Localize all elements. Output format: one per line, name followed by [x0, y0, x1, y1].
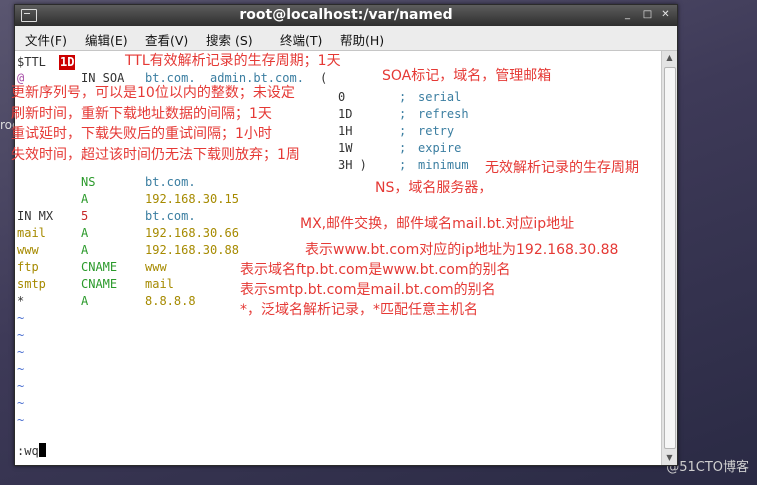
record-wildcard-type: A — [81, 294, 89, 308]
menu-view[interactable]: 查看(V) — [145, 30, 188, 49]
record-mx-name: IN MX — [17, 209, 54, 223]
annotation-serial: 更新序列号，可以是10位以内的整数；未设定 — [11, 85, 295, 101]
soa-expire-value: 1W — [338, 141, 353, 155]
soa-at: @ — [17, 71, 25, 85]
annotation-ttl: TTL有效解析记录的生存周期；1天 — [125, 53, 341, 69]
record-a-type: A — [81, 192, 89, 206]
record-smtp-data: mail — [145, 277, 174, 291]
annotation-mx: MX,邮件交换，邮件域名mail.bt.对应ip地址 — [300, 216, 575, 232]
scroll-down-arrow-icon[interactable]: ▼ — [662, 451, 677, 465]
soa-refresh-name: refresh — [418, 107, 469, 121]
soa-serial-semicolon: ; — [399, 90, 407, 104]
record-ns-data: bt.com. — [145, 175, 196, 189]
annotation-minimum: 无效解析记录的生存周期 — [485, 160, 639, 176]
annotation-refresh: 刷新时间，重新下载地址数据的间隔；1天 — [11, 106, 272, 122]
maximize-button[interactable]: □ — [642, 9, 653, 20]
record-mail-name: mail — [17, 226, 46, 240]
soa-refresh-semicolon: ; — [399, 107, 407, 121]
annotation-ns: NS，域名服务器， — [375, 180, 493, 196]
empty-line-tilde: ~ — [17, 311, 25, 325]
soa-expire-semicolon: ; — [399, 141, 407, 155]
soa-paren: ( — [320, 71, 328, 85]
menu-terminal[interactable]: 终端(T) — [280, 30, 322, 49]
annotation-expire: 失效时间，超过该时间仍无法下载则放弃；1周 — [11, 147, 300, 163]
record-smtp-name: smtp — [17, 277, 46, 291]
watermark: @51CTO博客 — [666, 460, 749, 475]
soa-minimum-value: 3H ) — [338, 158, 367, 172]
annotation-retry: 重试延时，下载失败后的重试间隔；1小时 — [11, 126, 272, 142]
title-bar[interactable]: root@localhost:/var/named _ □ ✕ — [15, 5, 677, 26]
menu-search[interactable]: 搜索 (S) — [206, 30, 253, 49]
scroll-up-arrow-icon[interactable]: ▲ — [662, 51, 677, 65]
record-mx-data: bt.com. — [145, 209, 196, 223]
terminal-window: root@localhost:/var/named _ □ ✕ 文件(F) 编辑… — [11, 4, 678, 466]
empty-line-tilde: ~ — [17, 345, 25, 359]
record-ns-type: NS — [81, 175, 96, 189]
record-a-data: 192.168.30.15 — [145, 192, 239, 206]
scroll-thumb[interactable] — [664, 67, 676, 449]
record-www-name: www — [17, 243, 39, 257]
annotation-www: 表示www.bt.com对应的ip地址为192.168.30.88 — [305, 242, 619, 258]
record-smtp-type: CNAME — [81, 277, 118, 291]
soa-expire-name: expire — [418, 141, 462, 155]
record-ftp-data: www — [145, 260, 167, 274]
annotation-smtp: 表示smtp.bt.com是mail.bt.com的别名 — [240, 282, 496, 298]
record-ftp-name: ftp — [17, 260, 39, 274]
record-www-type: A — [81, 243, 89, 257]
record-wildcard-data: 8.8.8.8 — [145, 294, 196, 308]
menu-help[interactable]: 帮助(H) — [340, 30, 384, 49]
soa-serial-name: serial — [418, 90, 462, 104]
record-mx-priority: 5 — [81, 209, 89, 223]
soa-retry-semicolon: ; — [399, 124, 407, 138]
command-line[interactable]: :wq — [17, 443, 46, 459]
annotation-soa: SOA标记，域名，管理邮箱 — [382, 68, 552, 84]
text-cursor — [38, 443, 46, 457]
menu-bar: 文件(F) 编辑(E) 查看(V) 搜索 (S) 终端(T) 帮助(H) — [15, 26, 677, 51]
soa-serial-value: 0 — [338, 90, 346, 104]
soa-mail: admin.bt.com. — [210, 71, 304, 85]
empty-line-tilde: ~ — [17, 328, 25, 342]
empty-line-tilde: ~ — [17, 379, 25, 393]
soa-retry-name: retry — [418, 124, 455, 138]
record-www-data: 192.168.30.88 — [145, 243, 239, 257]
soa-minimum-name: minimum — [418, 158, 469, 172]
terminal-content[interactable]: $TTL 1D @ IN SOA bt.com. admin.bt.com. (… — [11, 51, 661, 465]
soa-retry-value: 1H — [338, 124, 353, 138]
annotation-ftp: 表示域名ftp.bt.com是www.bt.com的别名 — [240, 262, 511, 278]
ttl-label: $TTL — [17, 55, 46, 69]
command-text: :wq — [17, 444, 39, 458]
vertical-scrollbar[interactable]: ▲ ▼ — [661, 51, 677, 465]
empty-line-tilde: ~ — [17, 362, 25, 376]
record-wildcard-name: * — [17, 294, 25, 308]
record-mail-type: A — [81, 226, 89, 240]
minimize-button[interactable]: _ — [622, 9, 633, 20]
window-title: root@localhost:/var/named — [239, 7, 453, 23]
ttl-value: 1D — [59, 55, 76, 70]
menu-edit[interactable]: 编辑(E) — [85, 30, 128, 49]
empty-line-tilde: ~ — [17, 413, 25, 427]
soa-refresh-value: 1D — [338, 107, 353, 121]
annotation-wildcard: *，泛域名解析记录，*匹配任意主机名 — [240, 302, 478, 318]
soa-class-type: IN SOA — [81, 71, 125, 85]
empty-line-tilde: ~ — [17, 396, 25, 410]
record-mail-data: 192.168.30.66 — [145, 226, 239, 240]
menu-file[interactable]: 文件(F) — [25, 30, 67, 49]
soa-minimum-semicolon: ; — [399, 158, 407, 172]
close-button[interactable]: ✕ — [660, 9, 671, 20]
record-ftp-type: CNAME — [81, 260, 118, 274]
soa-ns: bt.com. — [145, 71, 196, 85]
